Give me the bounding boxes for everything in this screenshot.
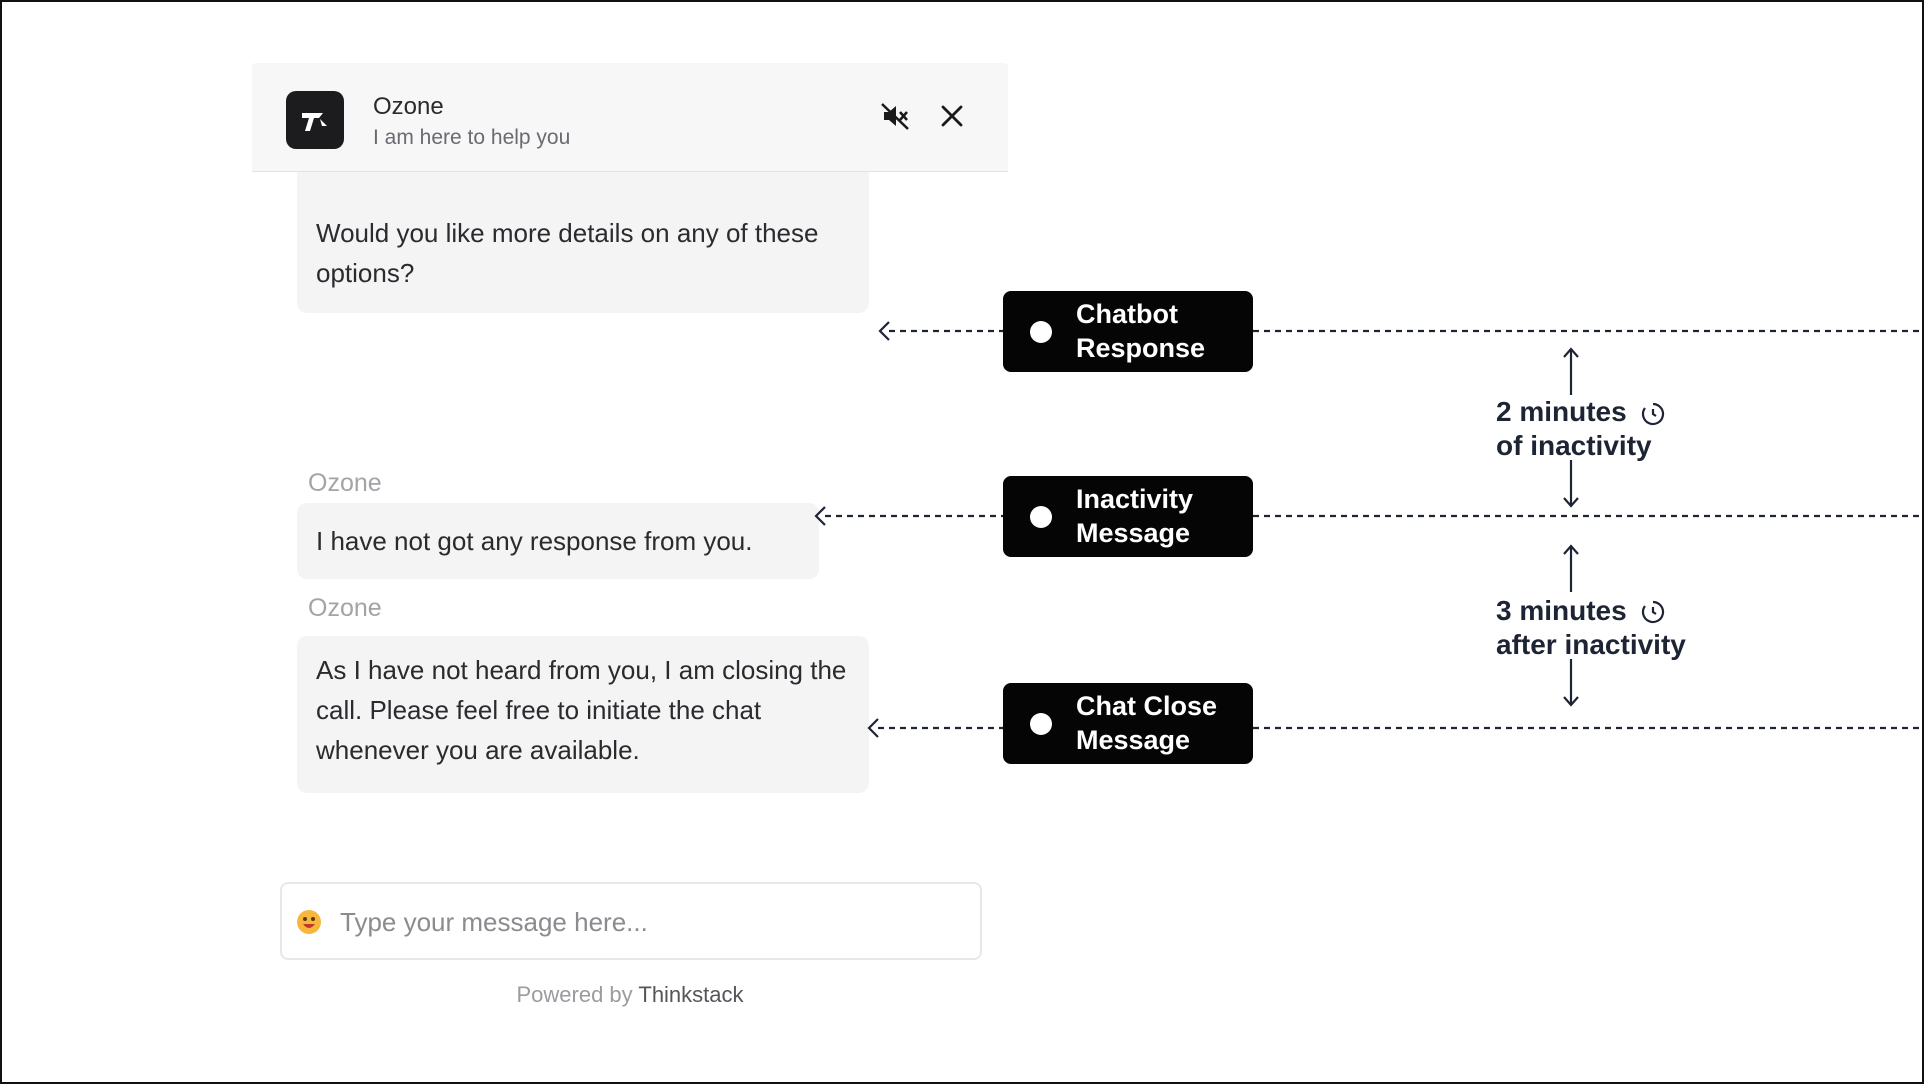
label-text: Chatbot Response [1076,299,1206,363]
thinkstack-logo-icon [286,91,344,149]
close-button[interactable] [935,99,969,133]
close-icon [941,105,963,127]
interval-note-inactivity: 2 minutes of inactivity [1496,395,1726,463]
interval-duration: 3 minutes [1496,595,1627,626]
interval-caption: of inactivity [1496,430,1652,461]
mute-icon [881,103,909,130]
chat-header: Ozone I am here to help you [252,63,1008,172]
mute-button[interactable] [878,99,912,133]
bullet-dot [1030,321,1052,343]
chat-close-message-label: Chat Close Message [1003,683,1253,764]
bot-subtitle: I am here to help you [373,126,571,149]
interval-duration: 2 minutes [1496,396,1627,427]
bot-name: Ozone [373,93,444,120]
label-text: Inactivity Message [1076,484,1194,548]
clock-icon [1641,402,1665,426]
bullet-dot [1030,713,1052,735]
label-text: Chat Close Message [1076,691,1218,755]
interval-caption: after inactivity [1496,629,1686,660]
chatbot-response-label: Chatbot Response [1003,291,1253,372]
clock-icon [1641,600,1665,624]
interval-note-close: 3 minutes after inactivity [1496,594,1726,662]
bullet-dot [1030,506,1052,528]
inactivity-message-label: Inactivity Message [1003,476,1253,557]
